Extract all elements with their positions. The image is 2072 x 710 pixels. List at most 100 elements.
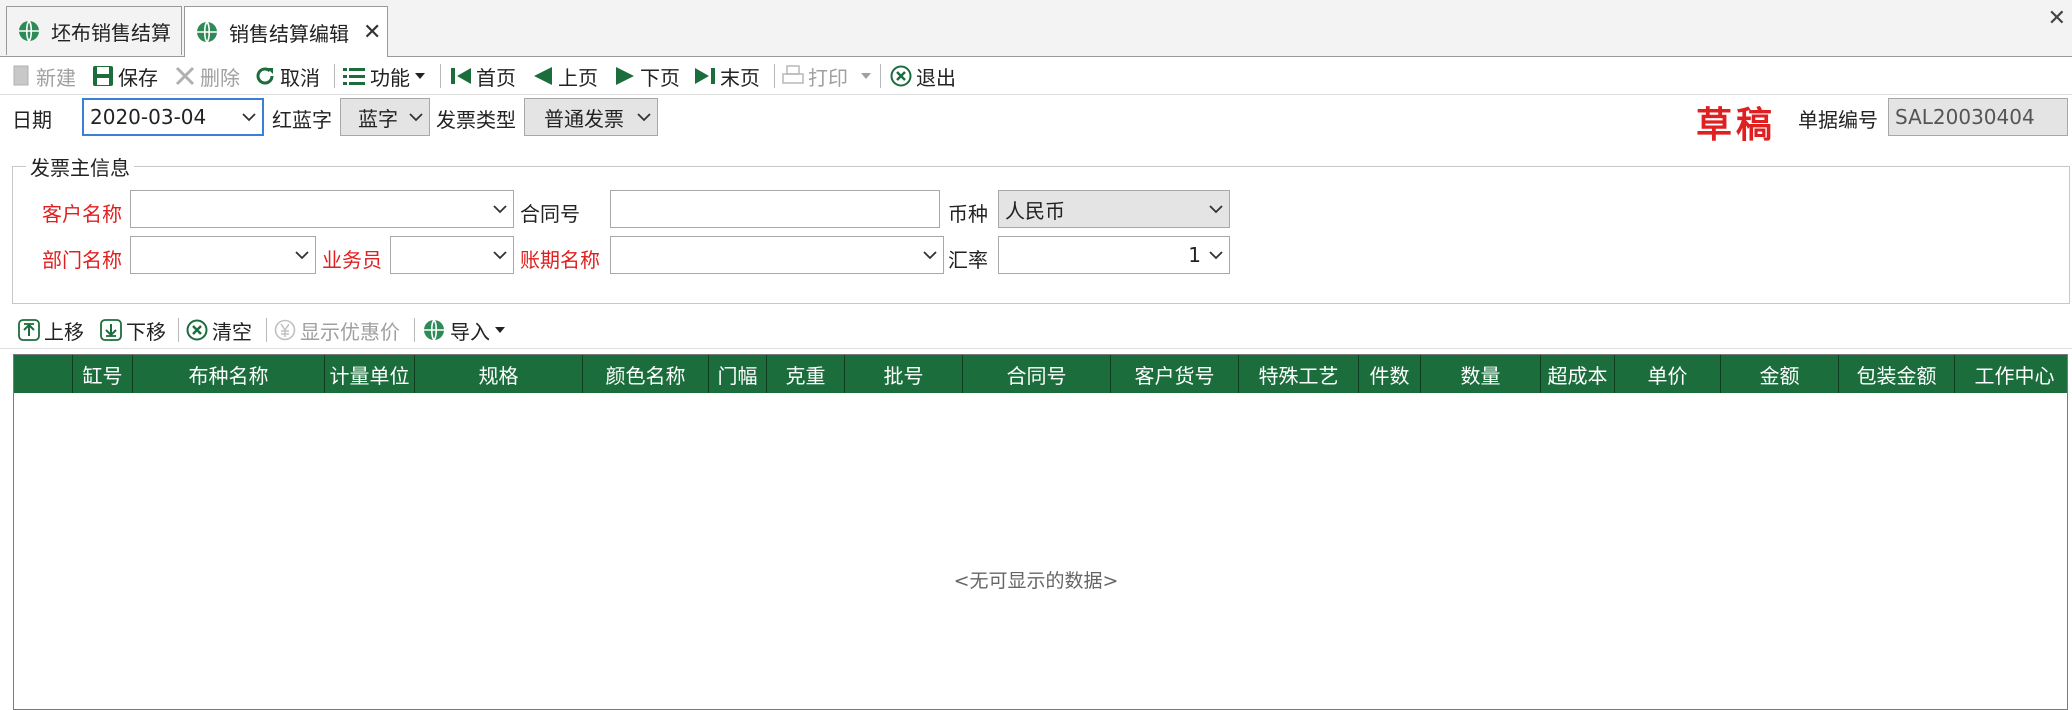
dropdown-arrow-icon <box>415 73 425 79</box>
chevron-down-icon <box>493 251 507 260</box>
currency-select[interactable]: 人民币 <box>998 190 1230 228</box>
grid-column-header[interactable]: 特殊工艺 <box>1238 355 1358 393</box>
grid-column-header[interactable]: 超成本 <box>1540 355 1614 393</box>
doc-no-label: 单据编号 <box>1798 108 1878 132</box>
arrow-down-icon <box>100 319 122 341</box>
close-tab-icon[interactable]: ✕ <box>363 20 381 45</box>
prev-page-button[interactable]: 上页 <box>532 58 598 94</box>
grid-column-header[interactable]: 计量单位 <box>324 355 414 393</box>
group-title: 发票主信息 <box>26 152 134 181</box>
grid-column-header[interactable]: 克重 <box>766 355 844 393</box>
chevron-down-icon <box>923 251 937 260</box>
import-button[interactable]: 导入 <box>422 312 510 348</box>
refresh-icon <box>256 67 274 85</box>
toolbar-separator <box>334 64 335 88</box>
chevron-down-icon <box>1209 251 1223 260</box>
tab-sales-settlement-edit[interactable]: 销售结算编辑 ✕ <box>184 6 388 57</box>
grid-column-header[interactable]: 金额 <box>1720 355 1838 393</box>
last-page-button[interactable]: 末页 <box>694 58 760 94</box>
tab-label: 坯布销售结算 <box>51 20 171 45</box>
customer-label: 客户名称 <box>42 202 122 226</box>
exchange-rate-label: 汇率 <box>948 248 988 272</box>
grid-column-header[interactable]: 布种名称 <box>132 355 324 393</box>
customer-select[interactable] <box>130 190 514 228</box>
delete-button[interactable]: 删除 <box>174 58 240 94</box>
globe-icon <box>19 20 39 42</box>
grid-column-header[interactable]: 合同号 <box>962 355 1110 393</box>
chevron-down-icon <box>409 113 423 122</box>
cancel-button[interactable]: 取消 <box>254 58 320 94</box>
new-button[interactable]: 新建 <box>12 58 76 94</box>
department-select[interactable] <box>130 236 316 274</box>
arrow-up-icon <box>18 319 40 341</box>
grid-column-header[interactable]: 颜色名称 <box>582 355 708 393</box>
detail-toolbar: 上移 下移 清空 显示优惠价 导入 <box>0 312 2072 349</box>
contract-field[interactable] <box>610 190 940 228</box>
contract-label: 合同号 <box>520 202 580 226</box>
invoice-type-select[interactable]: 普通发票 <box>524 98 658 136</box>
account-period-label: 账期名称 <box>520 248 600 272</box>
first-page-button[interactable]: 首页 <box>450 58 516 94</box>
grid-column-header[interactable]: 客户货号 <box>1110 355 1238 393</box>
grid-column-header[interactable]: 缸号 <box>72 355 132 393</box>
date-label: 日期 <box>12 108 52 132</box>
move-down-button[interactable]: 下移 <box>100 312 166 348</box>
next-page-icon <box>616 67 634 85</box>
currency-label: 币种 <box>948 202 988 226</box>
salesman-label: 业务员 <box>322 248 382 272</box>
first-page-icon <box>451 68 471 84</box>
grid-column-header[interactable]: 规格 <box>414 355 582 393</box>
clear-icon <box>186 319 208 341</box>
red-blue-select[interactable]: 蓝字 <box>340 98 430 136</box>
printer-icon <box>782 65 804 84</box>
save-button[interactable]: 保存 <box>92 58 158 94</box>
tab-bar: 坯布销售结算 销售结算编辑 ✕ ✕ <box>0 0 2072 57</box>
close-window-icon[interactable]: ✕ <box>2048 6 2066 31</box>
delete-icon <box>175 66 195 86</box>
toolbar-separator <box>178 318 179 342</box>
grid-column-header[interactable]: 批号 <box>844 355 962 393</box>
chevron-down-icon <box>1209 205 1223 214</box>
exit-button[interactable]: 退出 <box>890 58 956 94</box>
clear-button[interactable]: 清空 <box>186 312 252 348</box>
save-icon <box>93 66 113 86</box>
globe-icon <box>197 21 217 43</box>
grid-column-header[interactable]: 件数 <box>1358 355 1420 393</box>
grid-column-header[interactable]: 工作中心 <box>1954 355 2072 393</box>
toolbar-separator <box>880 64 881 88</box>
dropdown-arrow-icon <box>861 73 871 79</box>
red-blue-label: 红蓝字 <box>272 108 332 132</box>
globe-icon <box>424 319 444 341</box>
doc-no-field: SAL20030404 <box>1888 98 2068 136</box>
chevron-down-icon <box>637 113 651 122</box>
list-icon <box>343 68 365 85</box>
toolbar-separator <box>414 318 415 342</box>
print-button[interactable]: 打印 <box>782 58 876 94</box>
invoice-info-group <box>12 166 2070 304</box>
dropdown-arrow-icon <box>495 327 505 333</box>
empty-grid-message: <无可显示的数据> <box>953 570 1119 592</box>
show-discount-price-button[interactable]: 显示优惠价 <box>274 312 400 348</box>
chevron-down-icon <box>242 113 256 122</box>
main-toolbar: 新建 保存 删除 取消 功能 首页 上页 下页 末页 打印 退出 <box>0 58 2072 95</box>
next-page-button[interactable]: 下页 <box>614 58 680 94</box>
invoice-type-label: 发票类型 <box>436 108 516 132</box>
tab-fabric-sales-settlement[interactable]: 坯布销售结算 <box>6 6 182 55</box>
toolbar-separator <box>774 64 775 88</box>
document-status: 草稿 <box>1696 104 1777 146</box>
exchange-rate-field[interactable]: 1 <box>998 236 1230 274</box>
move-up-button[interactable]: 上移 <box>18 312 84 348</box>
salesman-select[interactable] <box>390 236 514 274</box>
toolbar-separator <box>266 318 267 342</box>
account-period-select[interactable] <box>610 236 944 274</box>
grid-column-header[interactable]: 数量 <box>1420 355 1540 393</box>
detail-grid <box>13 354 2068 710</box>
grid-column-header[interactable]: 单价 <box>1614 355 1720 393</box>
last-page-icon <box>695 68 715 84</box>
grid-header: 缸号 布种名称 计量单位 规格 颜色名称 门幅 克重 批号 合同号 客户货号 特殊工艺 件数 数量 超成本… <box>14 355 2067 393</box>
tab-label: 销售结算编辑 <box>229 21 349 46</box>
date-picker[interactable]: 2020-03-04 <box>82 98 264 136</box>
function-menu-button[interactable]: 功能 <box>342 58 430 94</box>
grid-column-header[interactable]: 门幅 <box>708 355 766 393</box>
grid-column-header[interactable]: 包装金额 <box>1838 355 1954 393</box>
